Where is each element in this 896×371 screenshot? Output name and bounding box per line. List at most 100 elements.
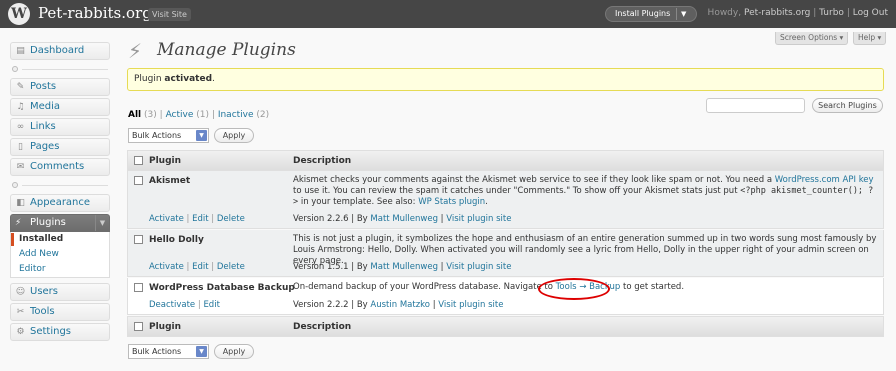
description-text: in your template. See also: <box>298 197 419 207</box>
menu-separator <box>10 180 110 190</box>
api-key-link[interactable]: WordPress.com API key <box>775 175 874 185</box>
plugin-site-link[interactable]: Visit plugin site <box>446 214 511 224</box>
sidebar-item-dashboard[interactable]: ▤ Dashboard <box>10 42 110 60</box>
sidebar-item-comments[interactable]: ✉ Comments <box>10 158 110 176</box>
bulk-actions-value: Bulk Actions <box>132 131 182 140</box>
page-title: Manage Plugins <box>157 40 296 60</box>
select-arrow-icon: ▼ <box>196 346 207 357</box>
filter-inactive[interactable]: Inactive <box>218 110 254 120</box>
user-profile-link[interactable]: Pet-rabbits.org <box>744 8 810 18</box>
dropdown-arrow-icon: ▾ <box>839 33 844 42</box>
bulk-actions-value: Bulk Actions <box>132 347 182 356</box>
filter-active[interactable]: Active <box>166 110 194 120</box>
plugins-submenu: Installed Add New Editor <box>10 232 110 278</box>
submenu-editor[interactable]: Editor <box>11 262 109 277</box>
user-info: Howdy, Pet-rabbits.org | Turbo | Log Out <box>708 8 888 18</box>
submenu-add-new[interactable]: Add New <box>11 247 109 262</box>
row-actions: Activate | Edit | Delete <box>149 214 245 224</box>
sidebar-item-posts[interactable]: ✎ Posts <box>10 78 110 96</box>
site-title[interactable]: Pet-rabbits.org <box>38 4 152 22</box>
plugin-name: Hello Dolly <box>149 235 204 245</box>
submenu-installed[interactable]: Installed <box>11 232 109 247</box>
notice-text: Plugin <box>134 74 165 84</box>
bulk-actions-select-top[interactable]: Bulk Actions ▼ <box>128 128 209 143</box>
screen-options-label: Screen Options <box>780 33 838 42</box>
edit-link[interactable]: Edit <box>192 262 208 272</box>
sidebar-item-label: Users <box>30 286 59 297</box>
turbo-link[interactable]: Turbo <box>819 8 844 18</box>
install-plugins-button[interactable]: Install Plugins ▼ <box>605 6 697 22</box>
plugin-page-icon: ⚡ <box>128 39 143 63</box>
sidebar-item-label: Settings <box>30 326 72 337</box>
sidebar-item-links[interactable]: ∞ Links <box>10 118 110 136</box>
row-checkbox[interactable] <box>134 283 143 292</box>
author-link[interactable]: Matt Mullenweg <box>370 214 438 224</box>
help-label: Help <box>858 33 876 42</box>
filter-all-count: (3) <box>144 110 157 120</box>
select-all-checkbox[interactable] <box>134 322 143 331</box>
screen-options-button[interactable]: Screen Options ▾ <box>775 32 849 45</box>
submenu-toggle-icon[interactable]: ▼ <box>95 215 109 231</box>
select-all-checkbox[interactable] <box>134 156 143 165</box>
column-header-description: Description <box>293 156 352 166</box>
sidebar-item-settings[interactable]: ⚙ Settings <box>10 323 110 341</box>
row-checkbox[interactable] <box>134 235 143 244</box>
edit-link[interactable]: Edit <box>203 300 219 310</box>
sidebar-item-label: Posts <box>30 81 57 92</box>
dashboard-icon: ▤ <box>16 46 25 56</box>
notice-suffix: . <box>212 74 215 84</box>
help-button[interactable]: Help ▾ <box>853 32 887 45</box>
column-header-description: Description <box>293 322 352 332</box>
search-plugins-button[interactable]: Search Plugins <box>812 98 883 113</box>
sidebar-item-label: Media <box>30 101 61 112</box>
select-arrow-icon: ▼ <box>196 130 207 141</box>
visit-site-button[interactable]: Visit Site <box>148 8 191 21</box>
sidebar-item-pages[interactable]: ▯ Pages <box>10 138 110 156</box>
logout-link[interactable]: Log Out <box>853 8 888 18</box>
filter-all[interactable]: All <box>128 110 141 120</box>
pushpin-icon: ✎ <box>16 82 25 92</box>
wp-stats-link[interactable]: WP Stats plugin <box>418 197 485 207</box>
sidebar-item-media[interactable]: ♫ Media <box>10 98 110 116</box>
sidebar-item-tools[interactable]: ✂ Tools <box>10 303 110 321</box>
dropdown-arrow-icon[interactable]: ▼ <box>681 7 686 21</box>
delete-link[interactable]: Delete <box>217 214 245 224</box>
row-actions: Activate | Edit | Delete <box>149 262 245 272</box>
appearance-icon: ◧ <box>16 198 25 208</box>
table-row: Hello Dolly This is not just a plugin, i… <box>127 230 884 277</box>
howdy-label: Howdy, <box>707 8 742 18</box>
bulk-actions-select-bottom[interactable]: Bulk Actions ▼ <box>128 344 209 359</box>
search-input[interactable] <box>706 98 805 113</box>
description-text: Akismet checks your comments against the… <box>293 175 775 185</box>
separator: | <box>813 8 817 18</box>
edit-link[interactable]: Edit <box>192 214 208 224</box>
plug-icon: ⚡ <box>15 218 22 228</box>
sidebar-item-label: Tools <box>30 306 55 317</box>
activate-link[interactable]: Activate <box>149 214 184 224</box>
plugin-site-link[interactable]: Visit plugin site <box>438 300 503 310</box>
tools-icon: ✂ <box>16 307 25 317</box>
apply-button-bottom[interactable]: Apply <box>214 344 254 359</box>
plugin-meta: Version 2.2.6 | By Matt Mullenweg | Visi… <box>293 214 512 224</box>
sidebar-item-label: Dashboard <box>30 45 85 56</box>
activate-link[interactable]: Activate <box>149 262 184 272</box>
author-link[interactable]: Matt Mullenweg <box>370 262 438 272</box>
table-header: Plugin Description <box>127 150 884 171</box>
sidebar-item-plugins[interactable]: ⚡ Plugins ▼ <box>10 214 110 232</box>
apply-button-top[interactable]: Apply <box>214 128 254 143</box>
settings-icon: ⚙ <box>16 327 25 337</box>
sidebar-item-users[interactable]: ☺ Users <box>10 283 110 301</box>
divider <box>676 8 677 20</box>
deactivate-link[interactable]: Deactivate <box>149 300 195 310</box>
sidebar-item-label: Appearance <box>30 197 91 208</box>
author-link[interactable]: Austin Matzko <box>370 300 430 310</box>
plugin-version: Version 2.2.6 | By <box>293 214 371 224</box>
notice-bold: activated <box>164 74 213 84</box>
plugin-name: WordPress Database Backup <box>149 283 295 293</box>
plugin-site-link[interactable]: Visit plugin site <box>446 262 511 272</box>
delete-link[interactable]: Delete <box>217 262 245 272</box>
comment-icon: ✉ <box>16 162 25 172</box>
description-text: On-demand backup of your WordPress datab… <box>293 282 556 292</box>
row-checkbox[interactable] <box>134 176 143 185</box>
sidebar-item-appearance[interactable]: ◧ Appearance <box>10 194 110 212</box>
